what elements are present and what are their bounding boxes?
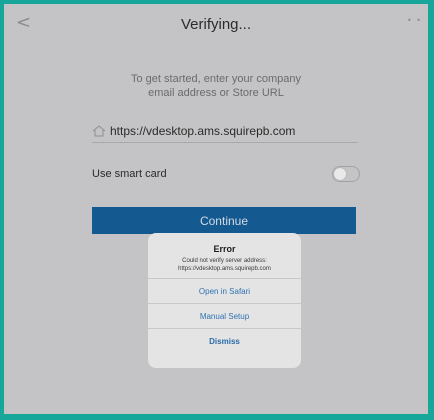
smart-card-toggle[interactable] bbox=[332, 166, 360, 182]
intro-line-2: email address or Store URL bbox=[148, 87, 284, 99]
page-title: Verifying... bbox=[180, 16, 252, 33]
house-icon bbox=[92, 125, 106, 137]
continue-button[interactable]: Continue bbox=[92, 207, 356, 234]
store-url-value: https://vdesktop.ams.squirepb.com bbox=[110, 124, 296, 138]
error-title: Error bbox=[213, 244, 236, 254]
intro-text: To get started, enter your company email… bbox=[4, 72, 428, 100]
more-dots-icon[interactable]: • • bbox=[407, 16, 422, 25]
error-dialog-header: Error Could not verify server address: h… bbox=[148, 233, 301, 278]
error-message-line-2: https://vdesktop.ams.squirepb.com bbox=[178, 266, 271, 272]
smart-card-label: Use smart card bbox=[92, 168, 167, 180]
manual-setup-button[interactable]: Manual Setup bbox=[148, 303, 301, 328]
smart-card-row: Use smart card bbox=[92, 164, 360, 184]
toggle-knob bbox=[334, 168, 346, 180]
app-screen: < Verifying... • • To get started, enter… bbox=[4, 4, 428, 414]
store-url-field[interactable]: https://vdesktop.ams.squirepb.com bbox=[92, 120, 358, 143]
intro-line-1: To get started, enter your company bbox=[131, 73, 301, 85]
error-message-line-1: Could not verify server address: bbox=[182, 258, 267, 264]
error-dialog: Error Could not verify server address: h… bbox=[148, 233, 301, 368]
open-in-safari-button[interactable]: Open in Safari bbox=[148, 278, 301, 303]
dismiss-button[interactable]: Dismiss bbox=[148, 328, 301, 353]
